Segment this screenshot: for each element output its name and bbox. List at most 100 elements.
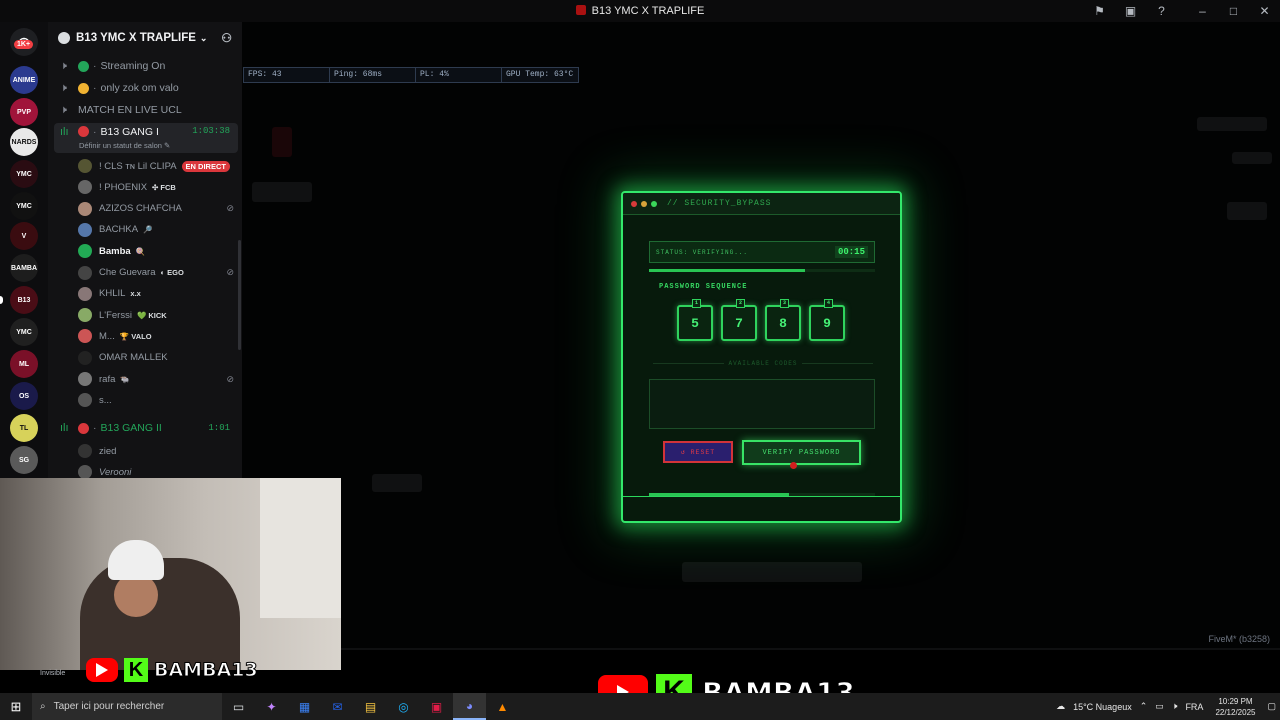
- voice-channel[interactable]: 🕨 · only zok om valo: [54, 77, 238, 99]
- task-view-icon[interactable]: ▭: [222, 693, 255, 720]
- avatar: [78, 180, 92, 195]
- verify-password-button[interactable]: VERIFY PASSWORD: [742, 440, 861, 465]
- member-name: OMAR MALLEK: [99, 352, 168, 364]
- close-dot[interactable]: [631, 200, 637, 207]
- screen-share-icon[interactable]: ▣: [1115, 4, 1146, 18]
- server-icon[interactable]: YMC: [10, 192, 38, 220]
- voice-member[interactable]: L'Ferssi 💚 KICK: [78, 305, 238, 325]
- volume-icon[interactable]: 🕨: [1172, 701, 1178, 712]
- voice-member[interactable]: BACHKA 🔎: [78, 220, 238, 240]
- member-tag: 🍭: [135, 246, 146, 256]
- voice-member[interactable]: KHLIL x.x: [78, 284, 238, 304]
- server-icon[interactable]: SG: [10, 446, 38, 474]
- digit-slot[interactable]: 38: [765, 299, 801, 341]
- edge-icon[interactable]: ◎: [387, 693, 420, 720]
- speaker-icon: 🕨: [60, 81, 67, 94]
- fivem-icon[interactable]: ▲: [486, 693, 519, 720]
- server-icon[interactable]: NARDS: [10, 128, 38, 156]
- copilot-icon[interactable]: ✦: [255, 693, 288, 720]
- server-icon[interactable]: TL: [10, 414, 38, 442]
- app-icon[interactable]: ▣: [420, 693, 453, 720]
- background-hud: [1197, 117, 1267, 131]
- taskbar-search[interactable]: ⌕ Taper ici pour rechercher: [32, 693, 222, 720]
- invite-icon[interactable]: ⚇: [221, 31, 232, 45]
- maximize-dot[interactable]: [651, 200, 657, 207]
- server-icon[interactable]: ML: [10, 350, 38, 378]
- avatar: [78, 159, 92, 173]
- server-icon[interactable]: YMC: [10, 318, 38, 346]
- voice-member[interactable]: Bamba 🍭: [78, 241, 238, 261]
- status-box: STATUS: VERIFYING... 00:15: [649, 241, 875, 263]
- windows-start-icon[interactable]: ⊞: [0, 699, 32, 715]
- store-icon[interactable]: ▦: [288, 693, 321, 720]
- reset-button[interactable]: ↺ RESET: [663, 441, 733, 463]
- search-placeholder: Taper ici pour rechercher: [53, 701, 165, 712]
- active-voice-channel[interactable]: ılı · B13 GANG I 1:03:38 Définir un stat…: [54, 123, 238, 153]
- live-dot: [78, 126, 89, 137]
- help-icon[interactable]: ?: [1146, 4, 1177, 18]
- server-icon[interactable]: BAMBA: [10, 254, 38, 282]
- voice-member[interactable]: s...: [78, 390, 238, 410]
- voice-member[interactable]: zied: [78, 441, 238, 461]
- digit-index: 4: [824, 299, 833, 308]
- verification-progress: [649, 269, 875, 272]
- inbox-icon[interactable]: ⚑: [1084, 4, 1115, 18]
- digit-slot[interactable]: 27: [721, 299, 757, 341]
- avatar: [78, 308, 92, 323]
- voice-channel[interactable]: 🕨 · Streaming On: [54, 55, 238, 77]
- voice-channel[interactable]: 🕨 MATCH EN LIVE UCL: [54, 99, 238, 121]
- member-name: M...: [99, 330, 115, 342]
- server-icon[interactable]: ANIME: [10, 66, 38, 94]
- voice-member[interactable]: Verooni: [78, 462, 238, 478]
- channel-status-hint[interactable]: Définir un statut de salon ✎: [79, 141, 170, 150]
- digit-slot[interactable]: 15: [677, 299, 713, 341]
- member-tag: x.x: [130, 289, 141, 299]
- server-icon[interactable]: PVP: [10, 98, 38, 126]
- voice-member[interactable]: rafa 🐃 ⊘: [78, 369, 238, 389]
- discord-icon[interactable]: ◕: [453, 693, 486, 720]
- server-icon[interactable]: OS: [10, 382, 38, 410]
- search-icon: ⌕: [40, 701, 46, 712]
- maximize-button[interactable]: □: [1218, 4, 1249, 18]
- outlook-icon[interactable]: ✉: [321, 693, 354, 720]
- voice-member[interactable]: M... 🏆 VALO: [78, 326, 238, 346]
- chevron-up-icon[interactable]: ⌃: [1140, 701, 1148, 712]
- voice-member[interactable]: ! CLS ᴛɴ Lil CLIPA EN DIRECT: [78, 156, 238, 176]
- live-badge: EN DIRECT: [181, 160, 230, 172]
- member-name: L'Ferssi: [99, 309, 132, 321]
- sidebar-scrollbar[interactable]: [238, 240, 241, 350]
- clock[interactable]: 10:29 PM 22/12/2025: [1215, 696, 1255, 718]
- voice-member[interactable]: ! PHOENIX ✣ FCB: [78, 177, 238, 197]
- network-icon[interactable]: ▭: [1155, 701, 1164, 712]
- voice-member[interactable]: Che Guevara ◐ EGO ⊘: [78, 263, 238, 283]
- member-name: BACHKA: [99, 224, 139, 236]
- notifications-icon[interactable]: ▢: [1267, 701, 1276, 712]
- member-name: ! CLS ᴛɴ Lil CLIPA: [99, 160, 177, 172]
- minimize-button[interactable]: –: [1187, 4, 1218, 18]
- language-indicator[interactable]: FRA: [1185, 702, 1203, 712]
- weather-text[interactable]: 15°C Nuageux: [1073, 702, 1132, 712]
- server-icon[interactable]: B13: [10, 286, 38, 314]
- available-codes-box[interactable]: [649, 379, 875, 429]
- terminal-divider: [623, 496, 900, 497]
- voice-member[interactable]: AZIZOS CHAFCHA ⊘: [78, 199, 238, 219]
- live-audio-icon: ılı: [60, 126, 69, 138]
- member-name: KHLIL: [99, 288, 126, 300]
- status-dot: [78, 60, 89, 72]
- member-tag: 🏆 VALO: [119, 331, 152, 341]
- minimize-dot[interactable]: [641, 200, 647, 207]
- digit-index: 2: [736, 299, 745, 308]
- speaker-icon: 🕨: [60, 103, 67, 116]
- time: 10:29 PM: [1218, 696, 1253, 706]
- file-explorer-icon[interactable]: ▤: [354, 693, 387, 720]
- voice-member[interactable]: OMAR MALLEK: [78, 348, 238, 368]
- avatar: [78, 201, 92, 216]
- background-hud: [272, 127, 292, 157]
- member-name: AZIZOS CHAFCHA: [99, 203, 182, 215]
- server-icon[interactable]: YMC: [10, 160, 38, 188]
- server-header[interactable]: B13 YMC X TRAPLIFE ⌄ ⚇: [48, 22, 242, 54]
- voice-channel[interactable]: ılı · B13 GANG II 1:01: [54, 417, 238, 439]
- server-icon[interactable]: V: [10, 222, 38, 250]
- digit-slot[interactable]: 49: [809, 299, 845, 341]
- close-button[interactable]: ✕: [1249, 4, 1280, 18]
